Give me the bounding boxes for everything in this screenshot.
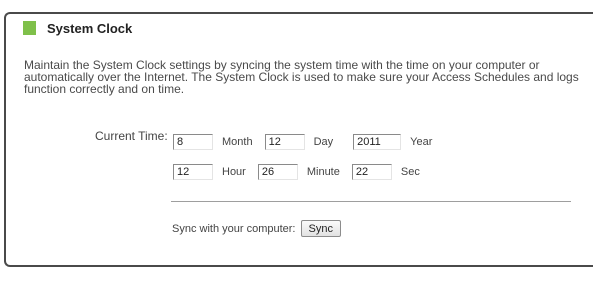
current-time-label: Current Time: (95, 129, 168, 143)
time-fields-row: Hour Minute Sec (173, 164, 432, 180)
second-label: Sec (400, 166, 420, 178)
sync-button[interactable]: Sync (300, 220, 341, 237)
section-header: System Clock (23, 20, 132, 36)
sync-row: Sync with your computer: Sync (172, 220, 341, 237)
year-label: Year (410, 136, 433, 148)
day-label: Day (313, 136, 334, 148)
minute-input[interactable] (257, 164, 298, 180)
month-label: Month (222, 136, 253, 148)
date-fields-row: Month Day Year (173, 134, 444, 150)
section-marker-icon (23, 21, 36, 35)
sync-label: Sync with your computer: (172, 222, 296, 235)
second-input[interactable] (351, 164, 392, 180)
minute-label: Minute (306, 166, 340, 178)
hour-label: Hour (222, 166, 246, 178)
section-title: System Clock (47, 20, 133, 36)
year-input[interactable] (353, 134, 402, 150)
section-divider (171, 201, 571, 202)
section-description: Maintain the System Clock settings by sy… (24, 58, 579, 96)
month-input[interactable] (173, 134, 213, 150)
hour-input[interactable] (173, 164, 213, 180)
day-input[interactable] (264, 134, 305, 150)
